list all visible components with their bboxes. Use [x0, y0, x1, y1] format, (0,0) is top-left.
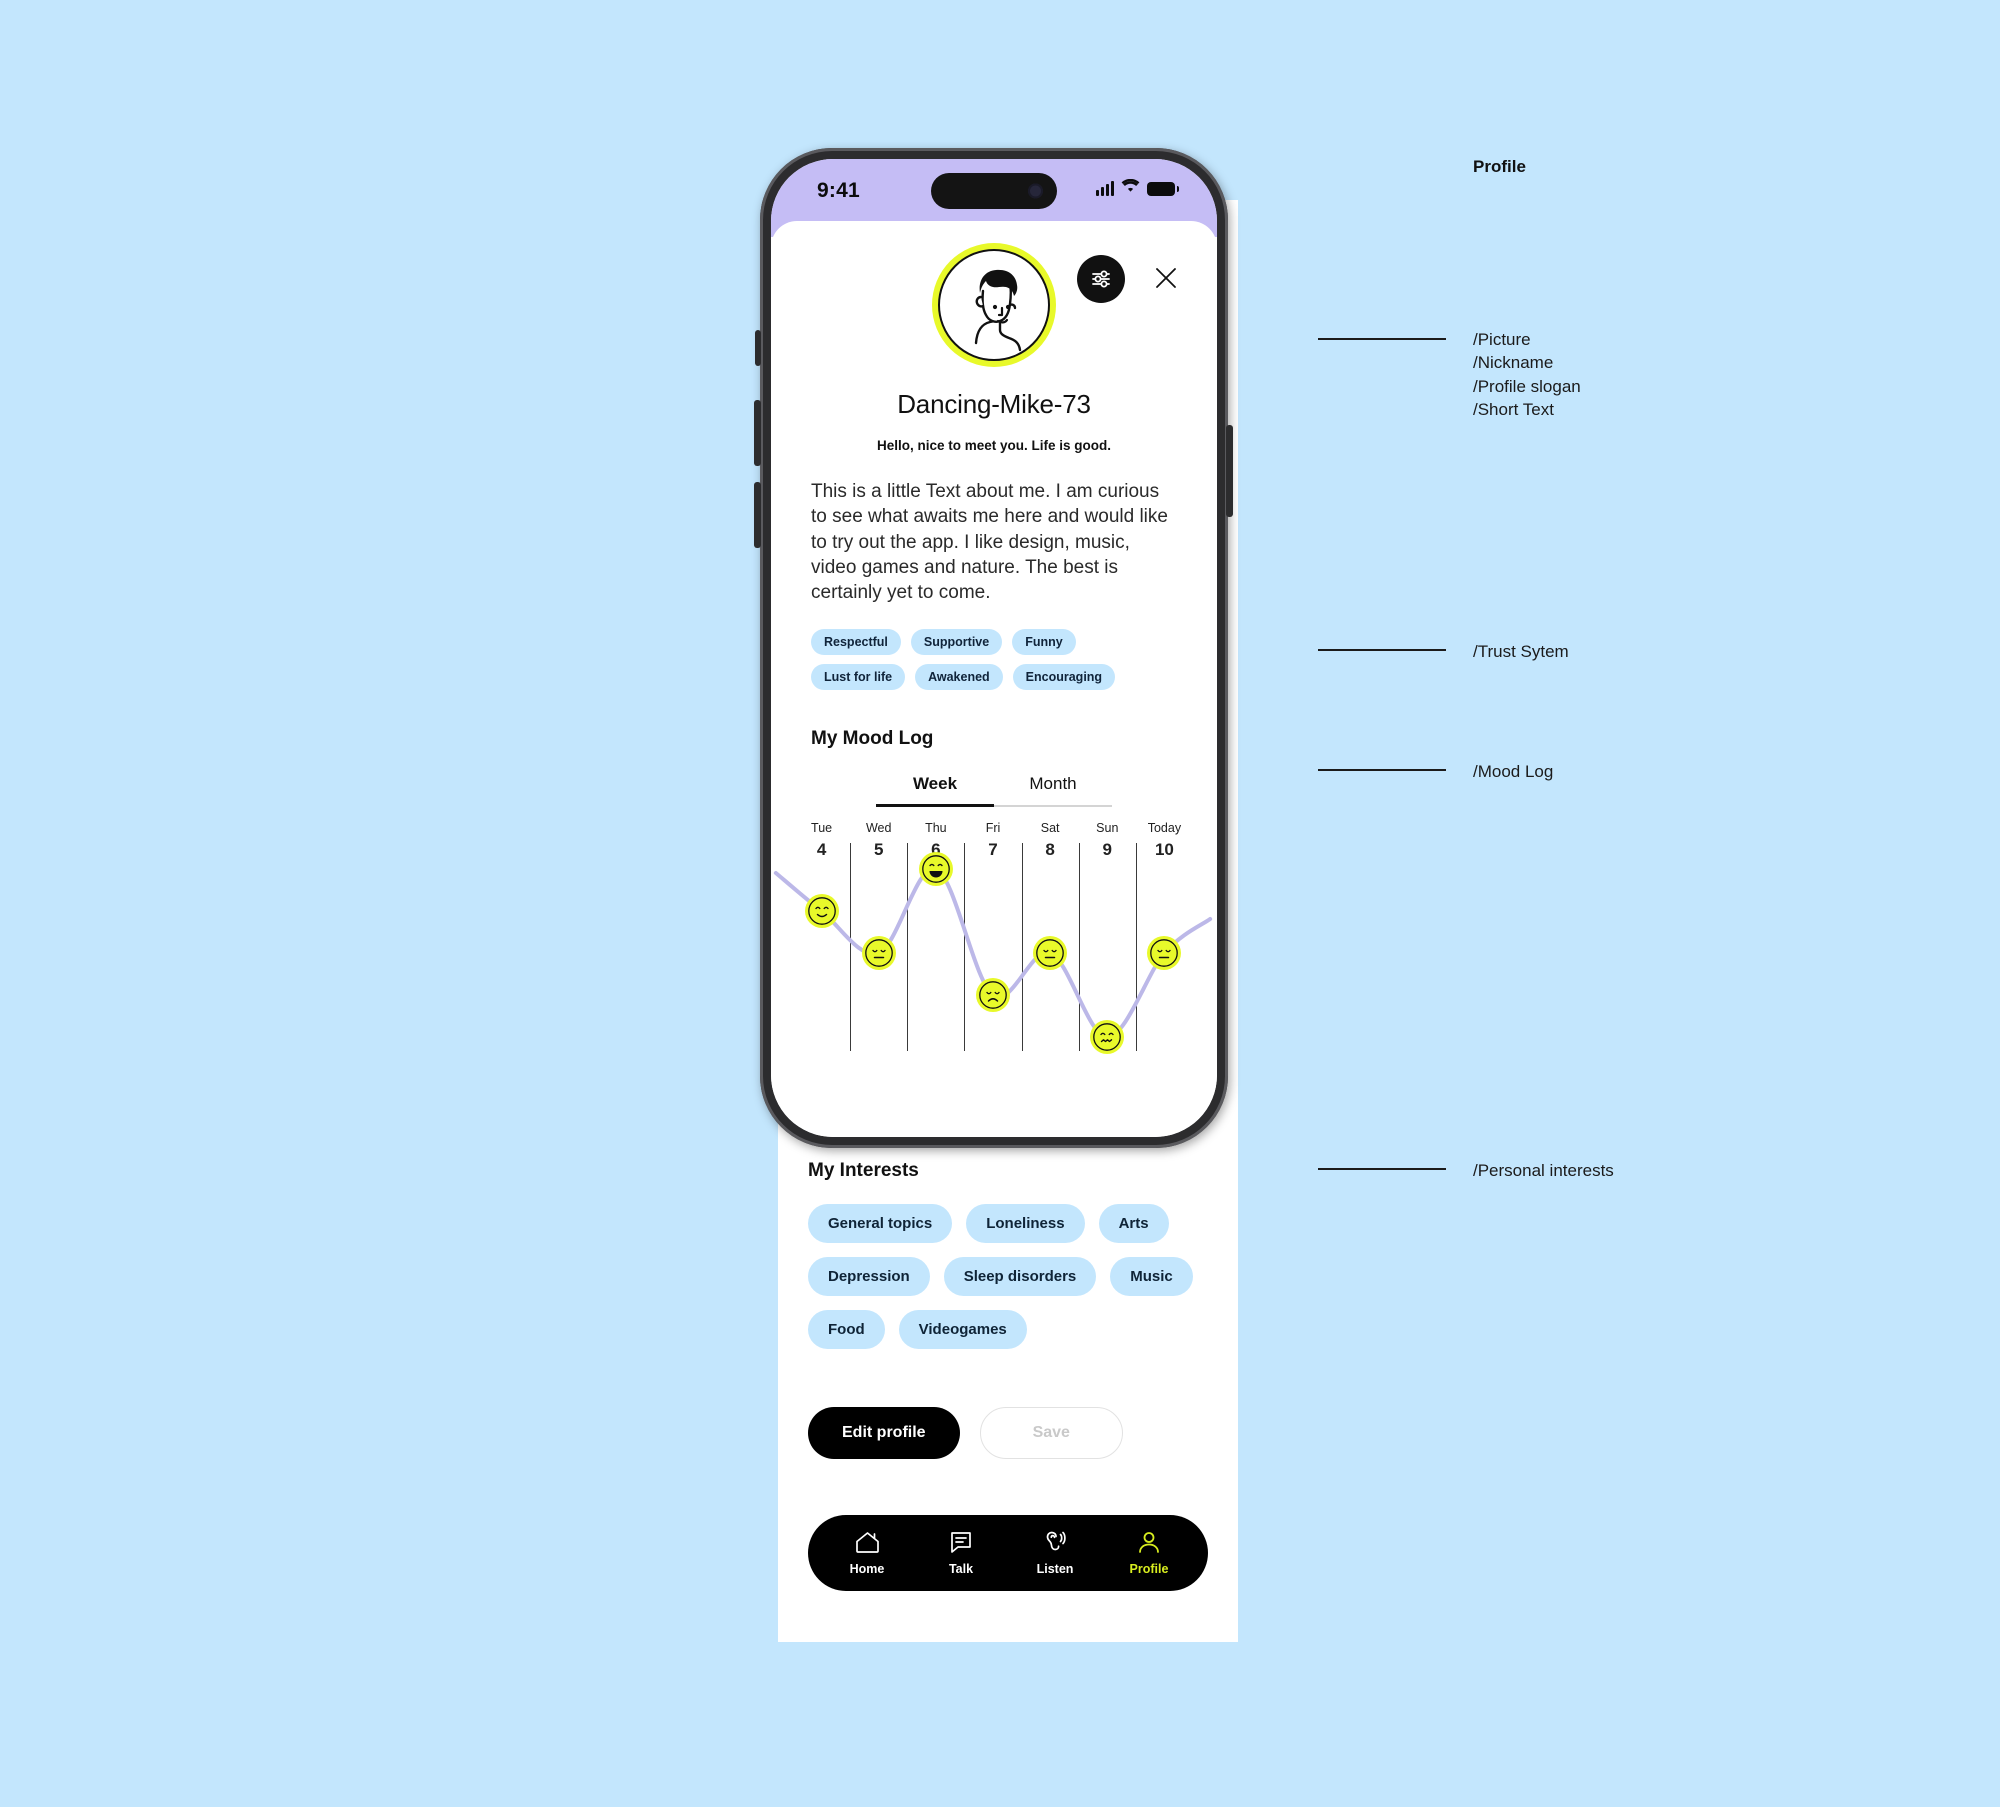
chat-bubble-icon: [948, 1530, 974, 1558]
status-time: 9:41: [817, 179, 860, 202]
annotation-profile-parts: /Picture /Nickname /Profile slogan /Shor…: [1473, 330, 1581, 420]
annotation-leader-line: [1318, 649, 1446, 651]
save-button[interactable]: Save: [979, 1407, 1123, 1459]
interest-chip[interactable]: Videogames: [898, 1310, 1027, 1349]
profile-bio: This is a little Text about me. I am cur…: [811, 481, 1168, 604]
nav-label: Listen: [1036, 1562, 1074, 1576]
page-title: Dancing-Mike-73: [897, 389, 1091, 419]
mood-point[interactable]: [918, 852, 953, 887]
interest-chip[interactable]: Arts: [1098, 1204, 1169, 1243]
settings-button[interactable]: [1077, 255, 1125, 303]
mood-chart: Tue 4 Wed 5 Thu 6 Fri 7 Sat 8 Sun 9 Today 10: [773, 821, 1213, 1055]
close-x-icon: [1156, 268, 1176, 288]
battery-icon: [1147, 181, 1179, 196]
nav-label: Talk: [948, 1562, 974, 1576]
interests-chips: General topics Loneliness Arts Depressio…: [808, 1204, 1208, 1349]
close-button[interactable]: [1149, 261, 1183, 295]
annotation-leader-line: [1318, 1168, 1446, 1170]
person-icon: [1136, 1530, 1162, 1558]
trust-chip[interactable]: Encouraging: [1012, 664, 1116, 691]
avatar[interactable]: [932, 243, 1056, 367]
profile-sheet: Dancing-Mike-73 Hello, nice to meet you.…: [771, 221, 1217, 1137]
annotation-title: Profile: [1473, 157, 1526, 176]
action-buttons: Edit profile Save: [808, 1407, 1208, 1459]
phone-screen: 9:41 Dancing-Mike-73 Hello, nice to meet…: [771, 159, 1217, 1137]
profile-slogan: Hello, nice to meet you. Life is good.: [876, 438, 1112, 453]
mood-log-title: My Mood Log: [811, 728, 934, 750]
annotation-mood-log: /Mood Log: [1473, 762, 1554, 781]
interest-chip[interactable]: Loneliness: [966, 1204, 1085, 1243]
cellular-signal-icon: [1096, 181, 1114, 196]
mood-point[interactable]: [861, 936, 896, 971]
mood-trend-line: [773, 867, 1213, 1040]
mood-point[interactable]: [1033, 936, 1068, 971]
avatar-illustration: [938, 249, 1050, 361]
nav-label: Profile: [1129, 1562, 1169, 1576]
trust-chip[interactable]: Supportive: [910, 629, 1003, 656]
phone-frame: 9:41 Dancing-Mike-73 Hello, nice to meet…: [760, 148, 1228, 1148]
interest-chip[interactable]: Music: [1110, 1257, 1193, 1296]
phone-silent-switch[interactable]: [755, 330, 761, 366]
annotation-leader-line: [1318, 769, 1446, 771]
mood-log-tabs: Week Month: [771, 774, 1217, 808]
below-phone-content: My Interests General topics Loneliness A…: [778, 1160, 1238, 1591]
interest-chip[interactable]: Sleep disorders: [943, 1257, 1097, 1296]
trust-chip[interactable]: Respectful: [811, 629, 901, 656]
trust-system-chips: Respectful Supportive Funny Lust for lif…: [811, 629, 1131, 691]
phone-volume-down-button[interactable]: [754, 482, 761, 548]
trust-chip[interactable]: Lust for life: [811, 664, 906, 691]
interest-chip[interactable]: Food: [808, 1310, 885, 1349]
edit-profile-button[interactable]: Edit profile: [808, 1407, 960, 1459]
nav-item-listen[interactable]: Listen: [1020, 1530, 1090, 1576]
trust-chip[interactable]: Awakened: [915, 664, 1003, 691]
mood-point[interactable]: [976, 978, 1010, 1013]
trust-chip[interactable]: Funny: [1012, 629, 1076, 656]
mood-point[interactable]: [1090, 1020, 1125, 1055]
interest-chip[interactable]: Depression: [808, 1257, 930, 1296]
nav-item-home[interactable]: Home: [832, 1530, 902, 1576]
ear-icon: [1042, 1530, 1068, 1558]
phone-volume-up-button[interactable]: [754, 400, 761, 466]
interests-title: My Interests: [808, 1160, 919, 1181]
sliders-settings-icon: [1092, 270, 1110, 288]
annotation-trust-system: /Trust Sytem: [1473, 642, 1569, 661]
wifi-icon: [1121, 178, 1140, 198]
dynamic-island: [931, 173, 1057, 209]
annotation-personal-interests: /Personal interests: [1473, 1161, 1614, 1180]
front-camera-icon: [1028, 183, 1043, 199]
mood-point[interactable]: [804, 894, 839, 929]
bottom-navigation: Home Talk Listen Profile: [808, 1515, 1208, 1591]
nav-item-profile[interactable]: Profile: [1114, 1530, 1184, 1576]
home-icon: [854, 1530, 881, 1558]
nav-label: Home: [849, 1562, 885, 1576]
status-indicators: [1096, 178, 1179, 198]
annotation-leader-line: [1318, 338, 1446, 340]
mood-point[interactable]: [1147, 936, 1182, 971]
phone-power-button[interactable]: [1226, 425, 1233, 517]
nav-item-talk[interactable]: Talk: [926, 1530, 996, 1576]
tab-week[interactable]: Week: [876, 774, 994, 808]
tab-month[interactable]: Month: [994, 774, 1112, 808]
interest-chip[interactable]: General topics: [808, 1204, 953, 1243]
profile-header: Dancing-Mike-73 Hello, nice to meet you.…: [771, 221, 1217, 1055]
